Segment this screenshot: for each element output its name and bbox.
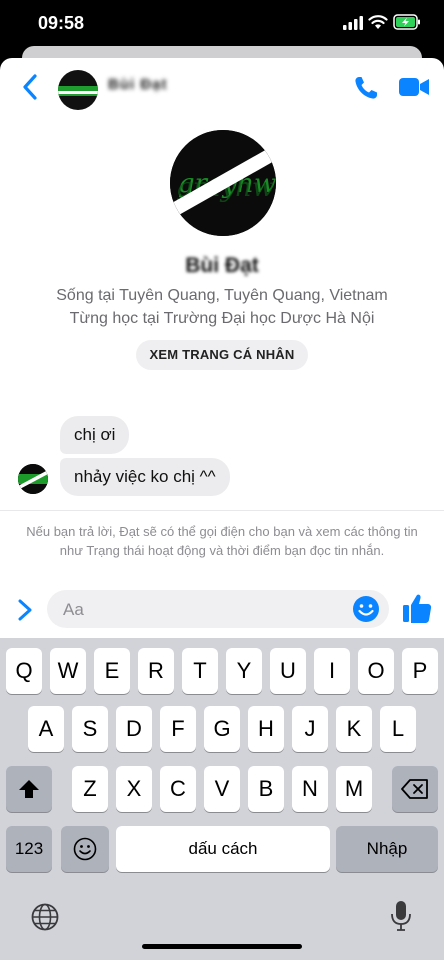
message-bubble[interactable]: nhảy việc ko chị ^^ <box>60 458 230 496</box>
divider <box>0 510 444 511</box>
key-r[interactable]: R <box>138 648 174 694</box>
key-m[interactable]: M <box>336 766 372 812</box>
view-profile-button[interactable]: XEM TRANG CÁ NHÂN <box>136 340 308 370</box>
chevron-right-icon[interactable] <box>16 598 34 622</box>
key-h[interactable]: H <box>248 706 284 752</box>
key-w[interactable]: W <box>50 648 86 694</box>
key-v[interactable]: V <box>204 766 240 812</box>
battery-charging-icon <box>393 14 420 30</box>
message-input[interactable]: Aa <box>47 590 389 628</box>
emoji-icon[interactable] <box>351 594 381 624</box>
home-indicator <box>142 944 302 949</box>
space-key[interactable]: dấu cách <box>116 826 330 872</box>
status-time: 09:58 <box>38 13 85 33</box>
key-z[interactable]: Z <box>72 766 108 812</box>
key-b[interactable]: B <box>248 766 284 812</box>
back-arrow-icon[interactable] <box>20 72 42 102</box>
message-input-placeholder: Aa <box>63 600 84 619</box>
profile-avatar[interactable]: grayhwe grayhwe <box>170 130 276 236</box>
key-f[interactable]: F <box>160 706 196 752</box>
shift-arrow-icon <box>19 780 39 798</box>
profile-education: Từng học tại Trường Đại học Dược Hà Nội <box>69 310 375 327</box>
profile-picture-image: grayhwe grayhwe <box>170 130 276 236</box>
profile-location: Sống tại Tuyên Quang, Tuyên Quang, Vietn… <box>56 287 388 304</box>
backspace-icon <box>401 779 428 799</box>
key-k[interactable]: K <box>336 706 372 752</box>
header-contact-name[interactable]: Bùi Đạt <box>108 76 168 93</box>
return-key[interactable]: Nhập <box>336 826 438 872</box>
key-j[interactable]: J <box>292 706 328 752</box>
key-u[interactable]: U <box>270 648 306 694</box>
key-c[interactable]: C <box>160 766 196 812</box>
key-o[interactable]: O <box>358 648 394 694</box>
message-bubble[interactable]: chị ơi <box>60 416 130 454</box>
sender-picture-image <box>18 464 48 494</box>
chat-screen: Bùi Đạt grayhwe grayhwe Bùi Đạt Sống tại… <box>0 58 444 638</box>
keyboard: Q W E R T Y U I O P A S D F G H J K L Z … <box>0 638 444 960</box>
numbers-key[interactable]: 123 <box>6 826 52 872</box>
key-s[interactable]: S <box>72 706 108 752</box>
chat-header: Bùi Đạt <box>0 58 444 118</box>
key-g[interactable]: G <box>204 706 240 752</box>
sender-avatar[interactable] <box>18 464 48 494</box>
key-p[interactable]: P <box>402 648 438 694</box>
key-q[interactable]: Q <box>6 648 42 694</box>
microphone-icon[interactable] <box>390 900 412 932</box>
phone-call-icon[interactable] <box>352 74 380 102</box>
shift-key[interactable] <box>6 766 52 812</box>
message-composer: Aa <box>0 582 444 638</box>
reply-notice: Nếu bạn trả lời, Đạt sẽ có thể gọi điện … <box>26 524 418 558</box>
wifi-icon <box>368 15 388 29</box>
key-n[interactable]: N <box>292 766 328 812</box>
key-a[interactable]: A <box>28 706 64 752</box>
backspace-key[interactable] <box>392 766 438 812</box>
cellular-signal-icon <box>343 16 363 30</box>
status-bar: 09:58 <box>0 0 444 46</box>
header-avatar[interactable] <box>58 70 98 110</box>
globe-icon[interactable] <box>30 902 60 932</box>
thumbs-up-icon[interactable] <box>402 592 432 624</box>
profile-name: Bùi Đạt <box>185 254 259 277</box>
key-t[interactable]: T <box>182 648 218 694</box>
key-d[interactable]: D <box>116 706 152 752</box>
key-x[interactable]: X <box>116 766 152 812</box>
key-y[interactable]: Y <box>226 648 262 694</box>
emoji-keyboard-icon <box>73 837 97 861</box>
key-l[interactable]: L <box>380 706 416 752</box>
emoji-key[interactable] <box>61 826 109 872</box>
key-e[interactable]: E <box>94 648 130 694</box>
video-call-icon[interactable] <box>398 75 430 99</box>
key-i[interactable]: I <box>314 648 350 694</box>
